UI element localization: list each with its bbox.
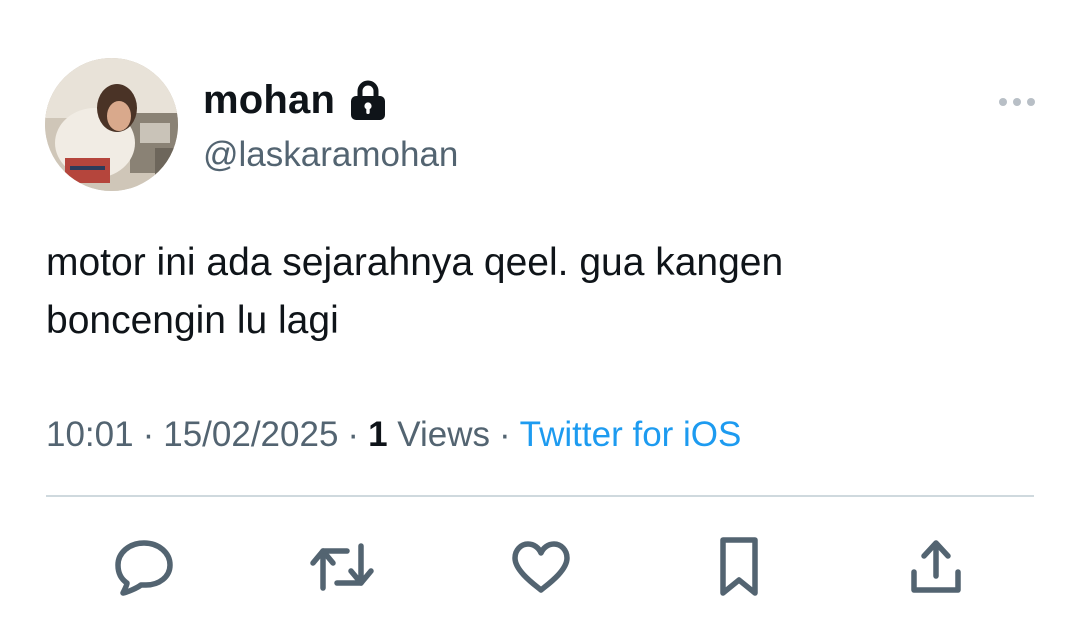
views-label: Views <box>397 415 491 454</box>
author-handle[interactable]: @laskaramohan <box>203 134 458 176</box>
tweet-card: mohan @laskaramohan motor ini ada sejara… <box>0 0 1080 622</box>
share-icon <box>911 540 961 593</box>
tweet-time[interactable]: 10:01 <box>46 415 134 454</box>
action-bar <box>0 534 1080 600</box>
meta-separator: · <box>499 415 511 454</box>
display-name[interactable]: mohan <box>203 76 335 124</box>
retweet-button[interactable] <box>309 534 375 600</box>
views-count: 1 <box>368 415 388 454</box>
more-dots-icon <box>999 98 1035 106</box>
tweet-meta: 10:01 · 15/02/2025 · 1 Views · Twitter for iOS <box>46 412 741 458</box>
meta-separator: · <box>347 415 360 454</box>
avatar-photo <box>45 58 178 191</box>
tweet-date[interactable]: 15/02/2025 <box>163 415 338 454</box>
retweet-icon <box>310 543 374 591</box>
avatar[interactable] <box>45 58 178 191</box>
reply-icon <box>115 540 173 596</box>
like-icon <box>512 541 570 593</box>
bookmark-button[interactable] <box>706 534 772 600</box>
more-options-button[interactable] <box>994 88 1040 116</box>
source-link[interactable]: Twitter for iOS <box>520 415 742 454</box>
like-button[interactable] <box>508 534 574 600</box>
share-button[interactable] <box>903 534 969 600</box>
divider <box>46 495 1034 497</box>
tweet-text: motor ini ada sejarahnya qeel. gua kange… <box>46 241 784 342</box>
bookmark-icon <box>720 537 758 596</box>
lock-icon <box>349 79 387 121</box>
meta-separator: · <box>142 415 155 454</box>
author-name-row: mohan <box>203 76 387 124</box>
reply-button[interactable] <box>111 534 177 600</box>
